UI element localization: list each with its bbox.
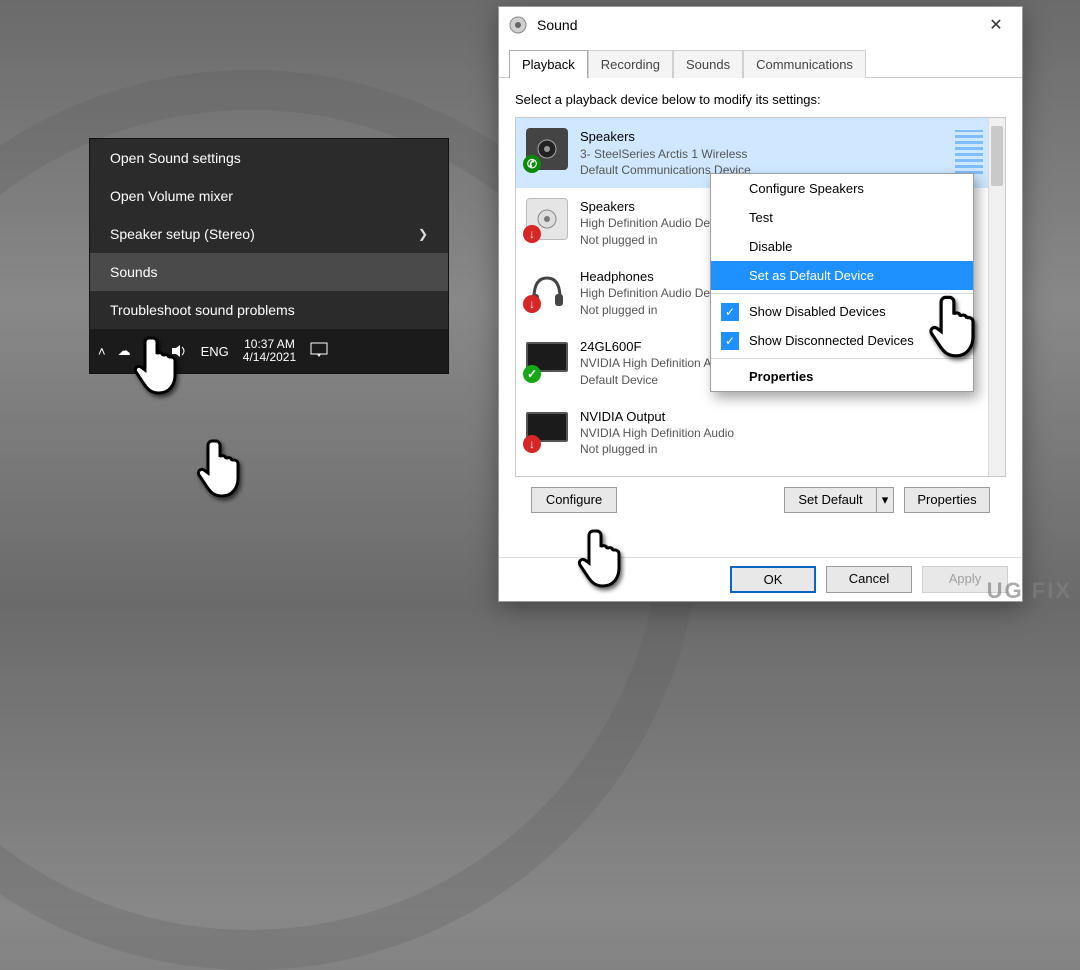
device-sub2: Not plugged in — [580, 302, 731, 318]
onedrive-icon[interactable]: ☁ — [118, 343, 131, 359]
label: Troubleshoot sound problems — [110, 302, 295, 318]
ctx-properties[interactable]: Properties — [711, 362, 973, 391]
menu-item-troubleshoot[interactable]: Troubleshoot sound problems — [90, 291, 448, 329]
menu-item-open-volume-mixer[interactable]: Open Volume mixer — [90, 177, 448, 215]
unplugged-badge-icon: ↓ — [523, 295, 541, 313]
dialog-action-row: Configure Set Default ▾ Properties — [515, 477, 1006, 523]
cancel-button[interactable]: Cancel — [826, 566, 912, 593]
system-tray: ˄ ☁ ENG 10:37 AM 4/14/2021 — [90, 329, 448, 373]
device-name: Headphones — [580, 268, 731, 286]
tab-playback[interactable]: Playback — [509, 50, 588, 78]
device-context-menu: Configure Speakers Test Disable Set as D… — [710, 173, 974, 392]
network-icon[interactable] — [143, 344, 159, 358]
ctx-test[interactable]: Test — [711, 203, 973, 232]
dialog-buttons: OK Cancel Apply — [499, 557, 1022, 601]
label: Open Sound settings — [110, 150, 241, 166]
properties-button[interactable]: Properties — [904, 487, 990, 513]
tab-bar: Playback Recording Sounds Communications — [499, 49, 1022, 78]
configure-button[interactable]: Configure — [531, 487, 617, 513]
ctx-set-default[interactable]: Set as Default Device — [711, 261, 973, 290]
unplugged-badge-icon: ↓ — [523, 225, 541, 243]
language-indicator[interactable]: ENG — [201, 344, 229, 359]
action-center-icon[interactable] — [310, 342, 328, 361]
window-title: Sound — [537, 17, 970, 33]
ok-button[interactable]: OK — [730, 566, 816, 593]
phone-badge-icon: ✆ — [523, 155, 541, 173]
label: Speaker setup (Stereo) — [110, 226, 255, 242]
device-item-nvidia-output[interactable]: ↓ NVIDIA OutputNVIDIA High Definition Au… — [516, 398, 1005, 468]
default-badge-icon: ✓ — [523, 365, 541, 383]
volume-icon[interactable] — [171, 344, 189, 358]
device-name: Speakers — [580, 128, 751, 146]
tray-chevron-up-icon[interactable]: ˄ — [98, 344, 106, 359]
ctx-show-disconnected[interactable]: Show Disconnected Devices — [711, 326, 973, 355]
unplugged-badge-icon: ↓ — [523, 435, 541, 453]
label: Sounds — [110, 264, 157, 280]
menu-item-sounds[interactable]: Sounds — [90, 253, 448, 291]
ctx-configure-speakers[interactable]: Configure Speakers — [711, 174, 973, 203]
scrollbar[interactable] — [988, 118, 1005, 476]
device-sub1: High Definition Audio Device — [580, 285, 731, 301]
device-sub1: High Definition Audio Device — [580, 215, 731, 231]
close-button[interactable]: ✕ — [980, 15, 1012, 35]
monitor-icon: ✓ — [526, 338, 568, 380]
chevron-right-icon: ❯ — [418, 227, 428, 241]
device-name: Speakers — [580, 198, 731, 216]
separator — [711, 358, 973, 359]
label: Open Volume mixer — [110, 188, 233, 204]
monitor-icon: ↓ — [526, 408, 568, 450]
set-default-dropdown[interactable]: ▾ — [876, 487, 894, 513]
separator — [711, 293, 973, 294]
tab-communications[interactable]: Communications — [743, 50, 866, 78]
prompt-text: Select a playback device below to modify… — [515, 92, 1006, 107]
headphones-icon: ↓ — [526, 268, 568, 310]
volume-context-menu: Open Sound settings Open Volume mixer Sp… — [89, 138, 449, 374]
tab-recording[interactable]: Recording — [588, 50, 673, 78]
watermark-text: UG FIX — [987, 578, 1072, 604]
device-sub1: NVIDIA High Definition Audio — [580, 425, 734, 441]
date-text: 4/14/2021 — [243, 351, 296, 364]
speaker-icon: ✆ — [526, 128, 568, 170]
device-sub1: 3- SteelSeries Arctis 1 Wireless — [580, 146, 751, 162]
ctx-show-disabled[interactable]: Show Disabled Devices — [711, 297, 973, 326]
speaker-icon — [509, 16, 527, 34]
clock[interactable]: 10:37 AM 4/14/2021 — [243, 338, 296, 364]
scrollbar-thumb[interactable] — [991, 126, 1003, 186]
set-default-button[interactable]: Set Default — [784, 487, 876, 513]
titlebar: Sound ✕ — [499, 7, 1022, 43]
menu-item-open-sound-settings[interactable]: Open Sound settings — [90, 139, 448, 177]
tab-sounds[interactable]: Sounds — [673, 50, 743, 78]
speaker-icon: ↓ — [526, 198, 568, 240]
menu-item-speaker-setup[interactable]: Speaker setup (Stereo) ❯ — [90, 215, 448, 253]
level-meter — [955, 130, 983, 174]
ctx-disable[interactable]: Disable — [711, 232, 973, 261]
device-name: NVIDIA Output — [580, 408, 734, 426]
device-sub2: Not plugged in — [580, 232, 731, 248]
device-sub2: Not plugged in — [580, 441, 734, 457]
set-default-split-button[interactable]: Set Default ▾ — [784, 487, 894, 513]
